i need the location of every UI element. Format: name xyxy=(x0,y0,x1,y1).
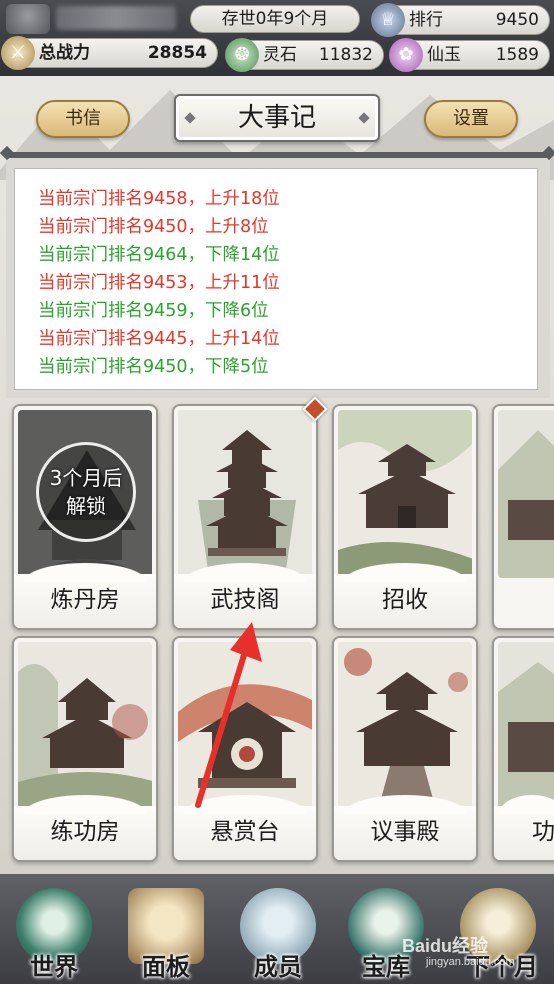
building-name: 练功房 xyxy=(14,792,156,860)
building-name: 功 xyxy=(494,792,554,860)
spirit-stone-value: 11832 xyxy=(318,45,373,65)
event-line: 当前宗门排名9458，上升18位 xyxy=(38,189,280,209)
nav-member[interactable]: 成员 xyxy=(232,888,324,984)
nav-label: 面板 xyxy=(142,953,190,981)
player-name-blurred xyxy=(56,6,176,30)
building-card-bounty-platform[interactable]: 悬赏台 xyxy=(172,636,318,862)
martial-pavilion-art xyxy=(178,410,312,578)
building-card-recruit[interactable]: 招收 xyxy=(332,404,478,630)
building-name: 武技阁 xyxy=(174,560,316,628)
recruit-building-art xyxy=(338,410,472,578)
lock-time-text: 3个月后 xyxy=(49,466,123,490)
immortal-jade-value: 1589 xyxy=(495,45,539,65)
game-date: 存世0年9个月 xyxy=(190,5,360,33)
rank-value: 9450 xyxy=(495,10,539,30)
bounty-platform-art xyxy=(178,642,312,810)
watermark-logo: Baidu经验 xyxy=(402,936,489,956)
event-line: 当前宗门排名9450，下降5位 xyxy=(38,357,269,377)
building-card-alchemy[interactable]: 3个月后 解锁 炼丹房 xyxy=(12,404,158,630)
rank-stat[interactable]: ♕ 排行 9450 xyxy=(371,3,550,37)
settings-button[interactable]: 设置 xyxy=(424,100,518,138)
building-name: 悬赏台 xyxy=(174,792,316,860)
training-room-art xyxy=(18,642,152,810)
event-line: 当前宗门排名9445，上升14位 xyxy=(38,329,280,349)
building-card-training-room[interactable]: 练功房 xyxy=(12,636,158,862)
locked-badge: 3个月后 解锁 xyxy=(36,442,136,542)
immortal-jade-stat[interactable]: ✿ 仙玉 1589 xyxy=(389,38,550,72)
spirit-stone-label: 灵石 xyxy=(263,45,297,65)
nav-panel[interactable]: 面板 xyxy=(120,888,212,984)
spirit-stone-stat[interactable]: ❂ 灵石 11832 xyxy=(225,38,384,72)
watermark-url: jingyan.baidu.com xyxy=(426,956,515,968)
building-card-partial-2[interactable]: 功 xyxy=(492,636,554,862)
power-stat: ⚔ 总战力 28854 xyxy=(1,36,218,70)
building-name: 议事殿 xyxy=(334,792,476,860)
spirit-stone-icon: ❂ xyxy=(225,38,259,72)
power-value: 28854 xyxy=(147,43,207,63)
immortal-jade-label: 仙玉 xyxy=(427,45,461,65)
power-icon: ⚔ xyxy=(1,36,35,70)
nav-world[interactable]: 世界 xyxy=(8,888,100,984)
building-card-martial-pavilion[interactable]: 武技阁 xyxy=(172,404,318,630)
partial-building-art xyxy=(498,410,554,578)
lock-unlock-text: 解锁 xyxy=(66,494,106,518)
avatar[interactable] xyxy=(6,4,50,34)
building-card-council-hall[interactable]: 议事殿 xyxy=(332,636,478,862)
page-title-box: 大事记 xyxy=(174,94,380,142)
partial-building-art xyxy=(498,642,554,810)
power-label: 总战力 xyxy=(39,43,90,63)
rank-icon: ♕ xyxy=(371,3,405,37)
building-name: 炼丹房 xyxy=(14,560,156,628)
letter-button[interactable]: 书信 xyxy=(36,100,130,138)
building-card-partial[interactable] xyxy=(492,404,554,630)
event-line: 当前宗门排名9450，上升8位 xyxy=(38,217,269,237)
event-line: 当前宗门排名9453，上升11位 xyxy=(38,273,280,293)
event-line: 当前宗门排名9459，下降6位 xyxy=(38,301,269,321)
council-hall-art xyxy=(338,642,472,810)
nav-label: 成员 xyxy=(254,953,302,981)
events-log[interactable]: 当前宗门排名9458，上升18位 当前宗门排名9450，上升8位 当前宗门排名9… xyxy=(14,168,538,390)
nav-label: 世界 xyxy=(30,953,78,981)
rank-label: 排行 xyxy=(409,10,443,30)
immortal-jade-icon: ✿ xyxy=(389,38,423,72)
page-title: 大事记 xyxy=(237,103,316,133)
event-line: 当前宗门排名9464，下降14位 xyxy=(38,245,280,265)
top-status-bar: 存世0年9个月 ♕ 排行 9450 ⚔ 总战力 28854 ❂ 灵石 11832… xyxy=(0,0,554,76)
building-name: 招收 xyxy=(334,560,476,628)
events-panel: 当前宗门排名9458，上升18位 当前宗门排名9450，上升8位 当前宗门排名9… xyxy=(6,152,550,398)
